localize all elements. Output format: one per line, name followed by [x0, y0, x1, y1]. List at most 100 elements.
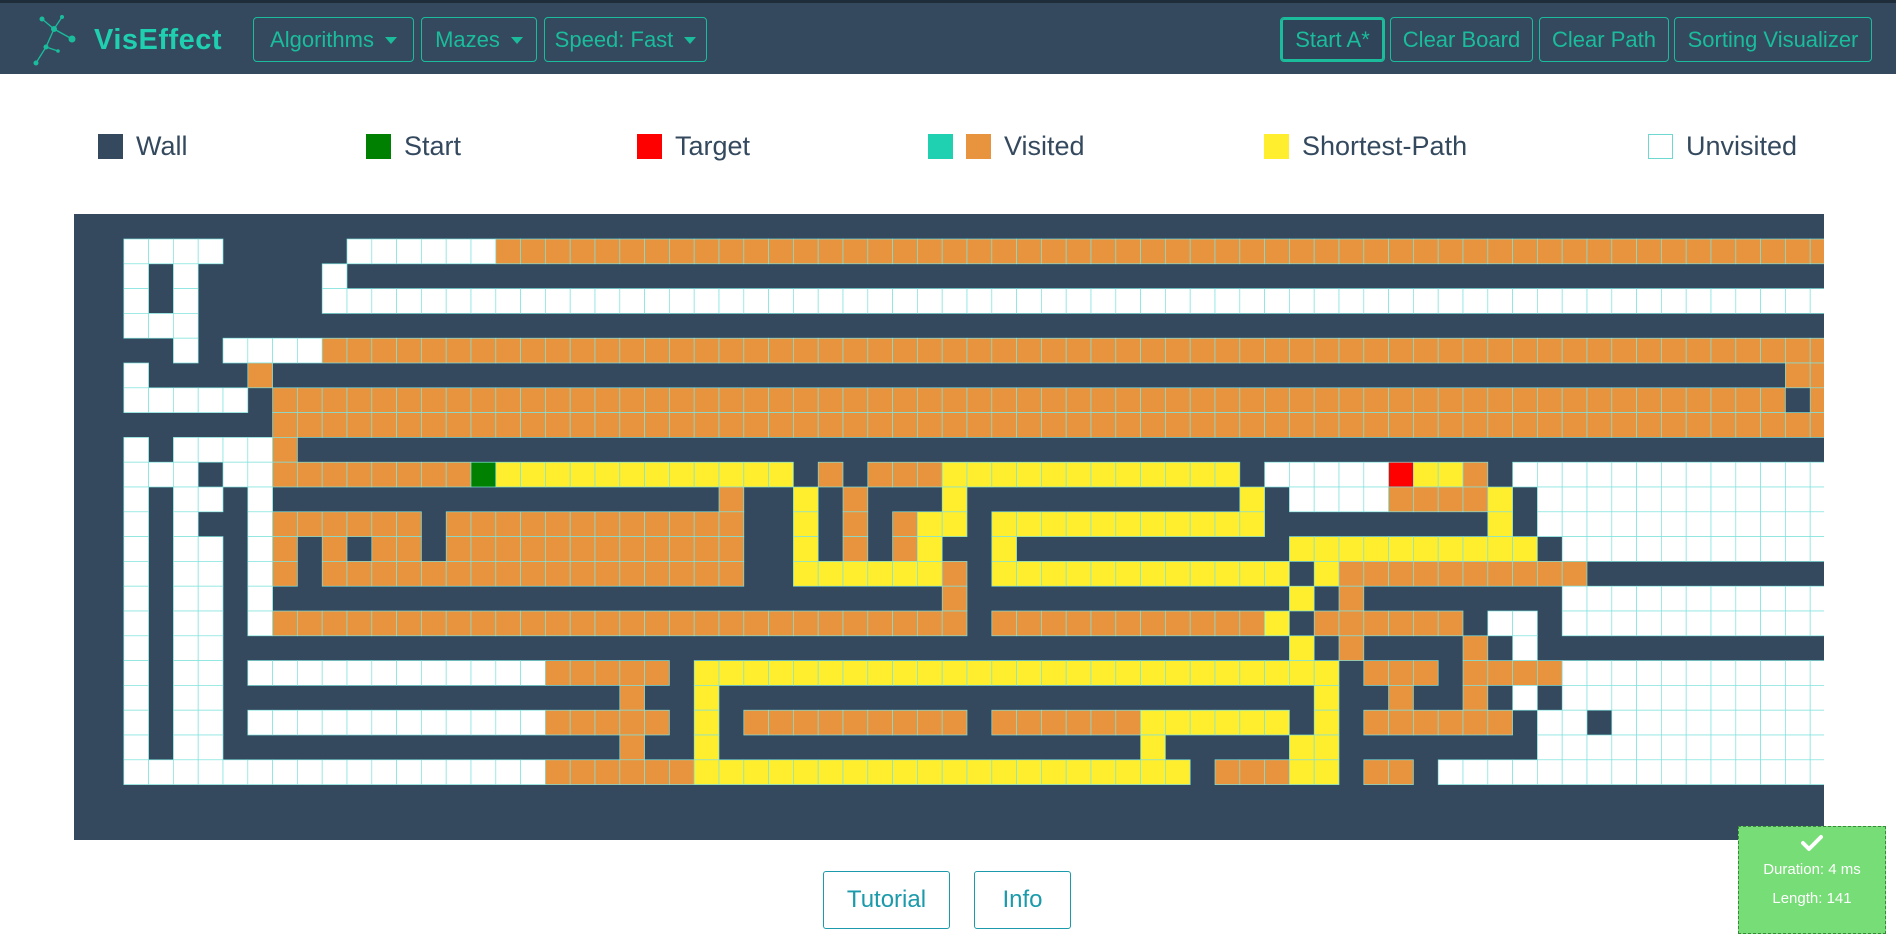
shortest-path-cell[interactable] [1140, 734, 1166, 761]
shortest-path-cell[interactable] [941, 461, 968, 488]
visited-cell[interactable] [1041, 610, 1067, 637]
unvisited-cell[interactable] [1661, 511, 1687, 537]
unvisited-cell[interactable] [917, 288, 943, 314]
visited-cell[interactable] [569, 511, 596, 537]
shortest-path-cell[interactable] [1065, 660, 1092, 686]
unvisited-cell[interactable] [1636, 759, 1662, 785]
shortest-path-cell[interactable] [1090, 561, 1117, 587]
visited-cell[interactable] [1065, 337, 1092, 364]
visited-cell[interactable] [991, 238, 1017, 265]
visited-cell[interactable] [619, 685, 645, 711]
unvisited-cell[interactable] [197, 685, 224, 711]
visited-cell[interactable] [421, 387, 447, 413]
visited-cell[interactable] [371, 387, 397, 413]
visited-cell[interactable] [1264, 337, 1290, 364]
shortest-path-cell[interactable] [1016, 660, 1042, 686]
unvisited-cell[interactable] [1636, 536, 1662, 562]
visited-cell[interactable] [1611, 412, 1637, 438]
unvisited-cell[interactable] [470, 709, 497, 736]
visited-cell[interactable] [569, 561, 596, 587]
visited-cell[interactable] [1537, 387, 1563, 413]
unvisited-cell[interactable] [1661, 685, 1687, 711]
visited-cell[interactable] [693, 511, 720, 537]
unvisited-cell[interactable] [123, 288, 149, 314]
shortest-path-cell[interactable] [569, 461, 596, 488]
unvisited-cell[interactable] [619, 288, 645, 314]
unvisited-cell[interactable] [247, 337, 273, 364]
shortest-path-cell[interactable] [842, 759, 869, 785]
visited-cell[interactable] [421, 461, 447, 488]
visited-cell[interactable] [1041, 387, 1067, 413]
visited-cell[interactable] [1338, 412, 1365, 438]
shortest-path-cell[interactable] [1165, 561, 1191, 587]
visited-cell[interactable] [619, 709, 645, 736]
shortest-path-cell[interactable] [966, 759, 993, 785]
unvisited-cell[interactable] [1090, 288, 1117, 314]
visited-cell[interactable] [1785, 238, 1811, 265]
visited-cell[interactable] [1239, 759, 1265, 785]
visited-cell[interactable] [520, 561, 546, 587]
visited-cell[interactable] [793, 238, 819, 265]
visited-cell[interactable] [1313, 337, 1340, 364]
visited-cell[interactable] [520, 387, 546, 413]
visited-cell[interactable] [1636, 412, 1662, 438]
shortest-path-cell[interactable] [917, 511, 943, 537]
visited-cell[interactable] [1165, 238, 1191, 265]
unvisited-cell[interactable] [1735, 685, 1761, 711]
visited-cell[interactable] [644, 660, 670, 686]
visited-cell[interactable] [569, 759, 596, 785]
unvisited-cell[interactable] [1636, 585, 1662, 612]
visited-cell[interactable] [1388, 709, 1414, 736]
visited-cell[interactable] [693, 610, 720, 637]
visited-cell[interactable] [1611, 387, 1637, 413]
unvisited-cell[interactable] [1512, 635, 1538, 661]
visited-cell[interactable] [321, 610, 348, 637]
visited-cell[interactable] [1413, 387, 1439, 413]
visited-cell[interactable] [297, 511, 323, 537]
visited-cell[interactable] [545, 238, 571, 265]
visited-cell[interactable] [941, 585, 968, 612]
visited-cell[interactable] [346, 461, 373, 488]
mazes-dropdown[interactable]: Mazes [421, 17, 537, 62]
visited-cell[interactable] [1809, 387, 1824, 413]
visited-cell[interactable] [346, 511, 373, 537]
unvisited-cell[interactable] [1710, 288, 1737, 314]
visited-cell[interactable] [1214, 759, 1241, 785]
unvisited-cell[interactable] [1611, 610, 1637, 637]
visited-cell[interactable] [941, 412, 968, 438]
unvisited-cell[interactable] [222, 437, 249, 463]
visited-cell[interactable] [718, 387, 745, 413]
visited-cell[interactable] [1537, 238, 1563, 265]
shortest-path-cell[interactable] [1016, 461, 1042, 488]
shortest-path-cell[interactable] [1041, 511, 1067, 537]
visited-cell[interactable] [867, 709, 893, 736]
unvisited-cell[interactable] [1685, 685, 1712, 711]
visited-cell[interactable] [1264, 412, 1290, 438]
unvisited-cell[interactable] [1561, 709, 1588, 736]
unvisited-cell[interactable] [644, 288, 670, 314]
unvisited-cell[interactable] [1809, 709, 1824, 736]
shortest-path-cell[interactable] [1115, 759, 1141, 785]
unvisited-cell[interactable] [123, 486, 149, 513]
shortest-path-cell[interactable] [693, 759, 720, 785]
unvisited-cell[interactable] [594, 288, 621, 314]
visited-cell[interactable] [1586, 337, 1613, 364]
visited-cell[interactable] [1785, 337, 1811, 364]
unvisited-cell[interactable] [321, 660, 348, 686]
start-algorithm-button[interactable]: Start A* [1280, 17, 1385, 62]
unvisited-cell[interactable] [1760, 709, 1786, 736]
unvisited-cell[interactable] [123, 759, 149, 785]
unvisited-cell[interactable] [1289, 288, 1315, 314]
unvisited-cell[interactable] [1785, 734, 1811, 761]
unvisited-cell[interactable] [1611, 709, 1637, 736]
unvisited-cell[interactable] [346, 709, 373, 736]
unvisited-cell[interactable] [173, 685, 199, 711]
unvisited-cell[interactable] [1264, 288, 1290, 314]
unvisited-cell[interactable] [1537, 709, 1563, 736]
visited-cell[interactable] [1685, 412, 1712, 438]
unvisited-cell[interactable] [123, 660, 149, 686]
shortest-path-cell[interactable] [817, 660, 844, 686]
visited-cell[interactable] [892, 461, 918, 488]
unvisited-cell[interactable] [247, 486, 273, 513]
visited-cell[interactable] [669, 561, 695, 587]
